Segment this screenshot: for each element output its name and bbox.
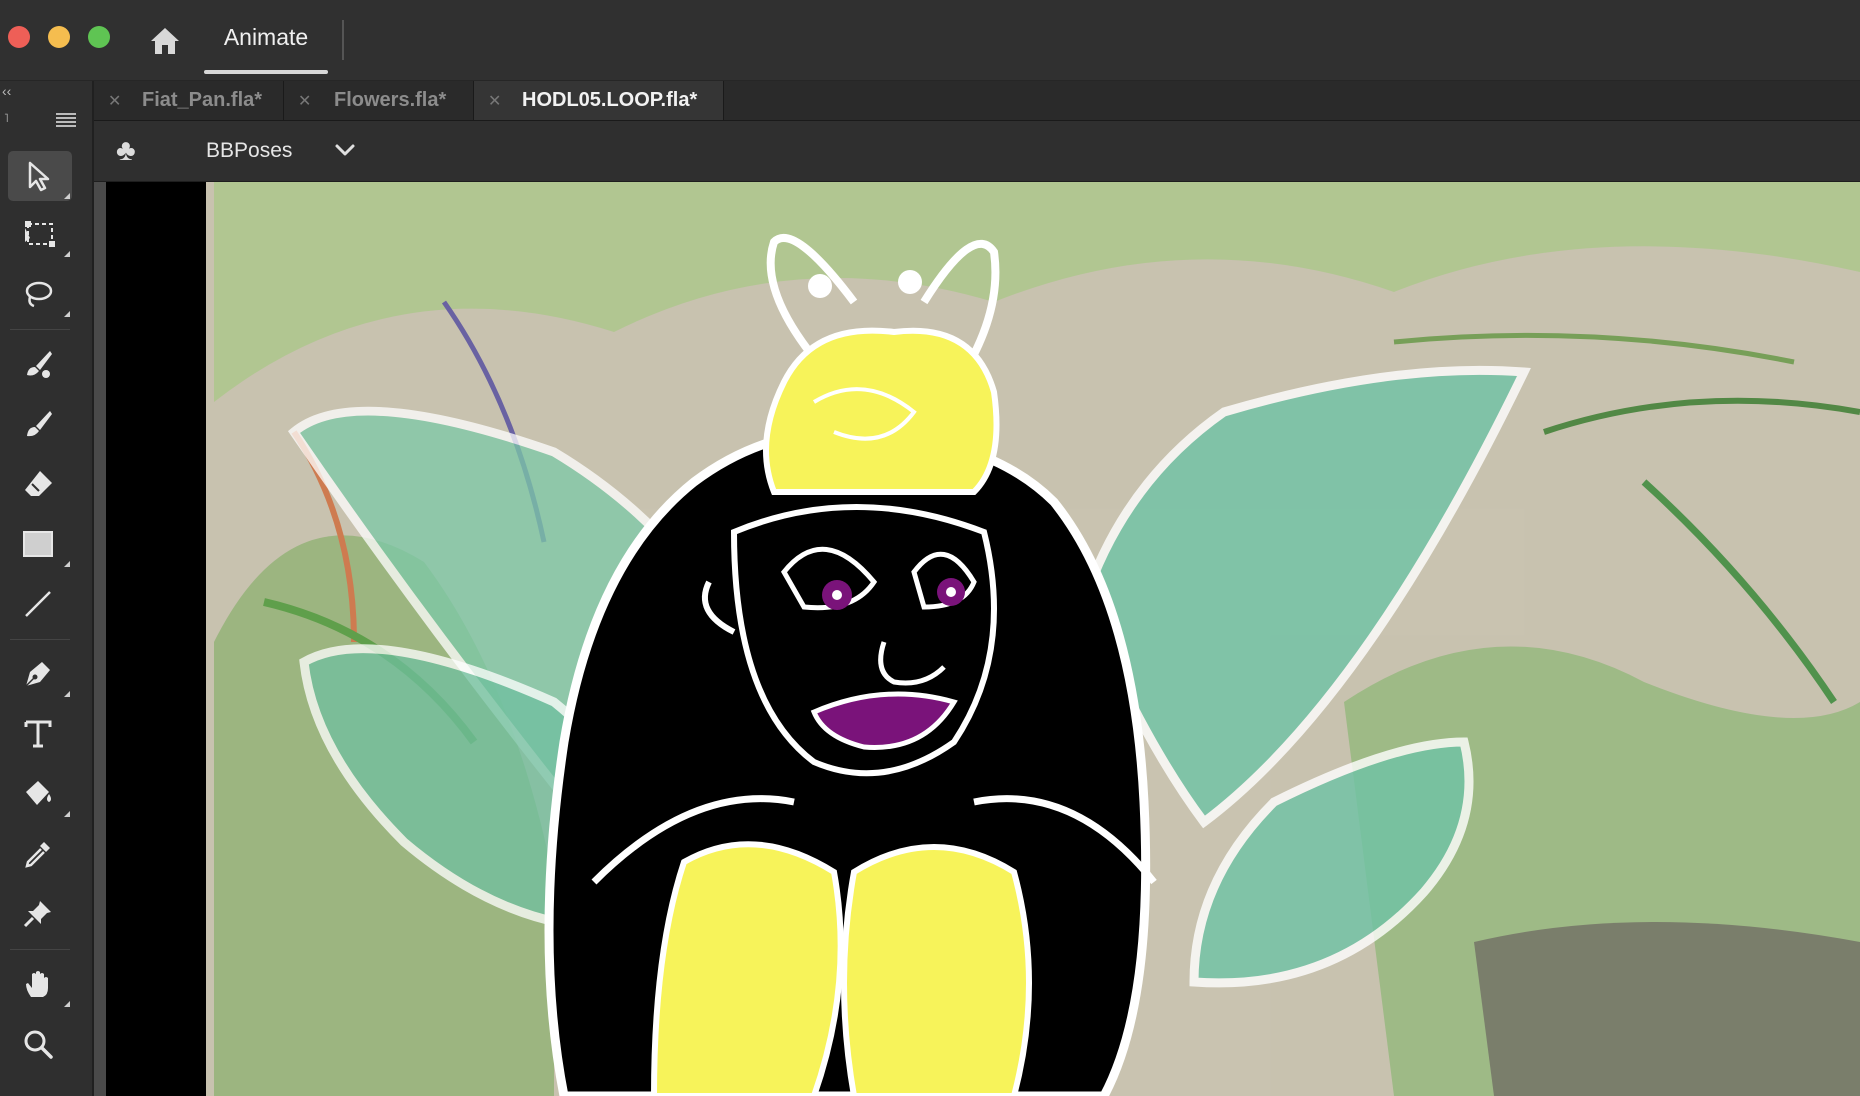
close-tab-icon[interactable]: ✕ [298,91,311,111]
tool-flyout-indicator [64,193,70,199]
lasso-tool[interactable] [8,269,72,319]
title-divider [342,20,344,60]
title-bar: Animate [0,0,1860,81]
document-tab-label: Flowers.fla* [334,89,447,111]
tool-divider [10,639,70,640]
document-tab-bar: ✕ Fiat_Pan.fla* ✕ Flowers.fla* ✕ HODL05.… [94,81,1860,121]
hand-icon [26,971,48,997]
document-tab-fiat-pan[interactable]: ✕ Fiat_Pan.fla* [94,81,284,120]
home-icon[interactable] [148,24,182,58]
tool-flyout-indicator [64,251,70,257]
fairy-artwork [94,182,1860,1096]
tool-divider [10,329,70,330]
line-icon [25,591,51,617]
pen-tool[interactable] [8,649,72,699]
tool-flyout-indicator [64,311,70,317]
tool-flyout-indicator [64,1001,70,1007]
close-window-button[interactable] [8,26,30,48]
eyedropper-tool[interactable] [8,829,72,879]
tool-flyout-indicator [64,561,70,567]
app-tab-underline [204,70,328,74]
eraser-tool[interactable] [8,459,72,509]
eyedropper-icon [25,842,50,868]
eraser-icon [25,471,52,496]
rectangle-icon [23,531,53,557]
paint-bucket-icon [26,781,51,805]
collapse-panel-icon[interactable]: ‹‹ [2,83,11,99]
lasso-icon [25,281,53,308]
document-tab-flowers[interactable]: ✕ Flowers.fla* [284,81,474,120]
pin-icon [23,901,51,928]
minimize-window-button[interactable] [48,26,70,48]
paint-brush-icon [27,351,52,378]
pin-tool[interactable] [8,889,72,939]
panel-menu-icon[interactable] [56,113,76,127]
document-tab-label: HODL05.LOOP.fla* [522,89,698,111]
close-tab-icon[interactable]: ✕ [488,91,501,111]
close-tab-icon[interactable]: ✕ [108,91,121,111]
line-tool[interactable] [8,579,72,629]
hand-tool[interactable] [8,959,72,1009]
edit-bar: ♣ BBPoses [94,121,1860,181]
paint-brush-tool[interactable] [8,339,72,389]
paint-bucket-tool[interactable] [8,769,72,819]
rectangle-tool[interactable] [8,519,72,569]
tool-divider [10,949,70,950]
chevron-down-icon[interactable] [330,135,360,165]
panel-resize-icon[interactable]: ˥ [4,111,9,125]
app-tab-label: Animate [223,24,309,50]
app-tab-animate[interactable]: Animate [204,0,328,74]
transform-icon [25,221,55,247]
tab-divider [723,81,724,120]
text-tool[interactable] [8,709,72,759]
zoom-tool[interactable] [8,1019,72,1069]
tool-flyout-indicator [64,811,70,817]
club-icon[interactable]: ♣ [116,135,148,167]
text-icon [24,720,52,748]
scene-name[interactable]: BBPoses [206,139,292,163]
magnifier-icon [24,1030,53,1059]
free-transform-tool[interactable] [8,209,72,259]
brush-icon [27,411,52,437]
stage-canvas[interactable] [94,182,1860,1096]
tool-flyout-indicator [64,691,70,697]
brush-tool[interactable] [8,399,72,449]
zoom-window-button[interactable] [88,26,110,48]
selection-tool[interactable] [8,151,72,201]
pen-icon [25,662,50,687]
document-tab-hodl05-loop[interactable]: ✕ HODL05.LOOP.fla* [474,81,724,120]
document-tab-label: Fiat_Pan.fla* [142,89,263,111]
tools-panel: ‹‹ ˥ [0,81,94,1096]
arrow-icon [28,161,50,192]
